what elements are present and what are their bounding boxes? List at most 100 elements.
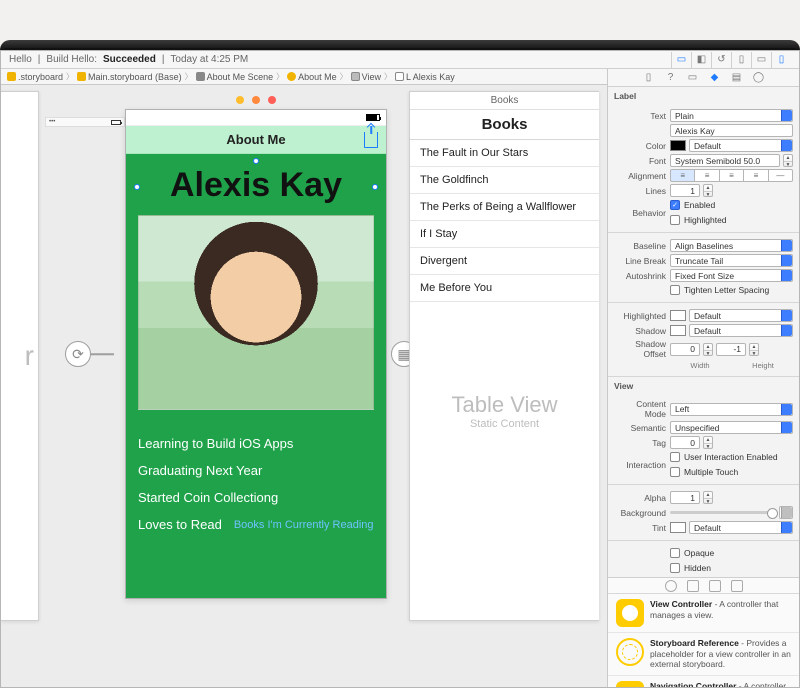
linebreak-dropdown[interactable]: Truncate Tail bbox=[670, 254, 793, 267]
library-item-icon bbox=[616, 599, 644, 627]
library-item[interactable]: View Controller - A controller that mana… bbox=[608, 594, 799, 633]
share-icon[interactable] bbox=[364, 132, 378, 148]
color-swatch[interactable] bbox=[670, 140, 686, 151]
crumb-4[interactable]: View bbox=[362, 72, 381, 82]
tint-swatch[interactable] bbox=[670, 522, 686, 533]
toggle-standard-editor-icon[interactable]: ▭ bbox=[671, 52, 691, 68]
library-item-icon bbox=[616, 681, 644, 687]
library-tab-1-icon[interactable] bbox=[665, 580, 677, 592]
tighten-label: Tighten Letter Spacing bbox=[684, 285, 769, 295]
object-library: View Controller - A controller that mana… bbox=[608, 577, 799, 687]
project-name: Hello bbox=[9, 54, 32, 65]
books-link[interactable]: Books I'm Currently Reading bbox=[234, 519, 374, 531]
crumb-0[interactable]: .storyboard bbox=[18, 72, 63, 82]
storyboard-canvas[interactable]: r ••• ⟳ About Me Alexis Kay Learning to … bbox=[1, 85, 607, 687]
autoshrink-dropdown[interactable]: Fixed Font Size bbox=[670, 269, 793, 282]
crumb-3[interactable]: About Me bbox=[298, 72, 337, 82]
height-sublabel: Height bbox=[733, 361, 793, 370]
left-scene-peek[interactable]: r bbox=[1, 91, 39, 621]
multitouch-checkbox[interactable] bbox=[670, 467, 680, 477]
book-row[interactable]: The Perks of Being a Wallflower bbox=[410, 194, 599, 221]
jump-bar[interactable]: .storyboard 〉 Main.storyboard (Base) 〉 A… bbox=[1, 69, 607, 85]
user-interaction-checkbox[interactable] bbox=[670, 452, 680, 462]
size-inspector-tab-icon[interactable]: ▤ bbox=[730, 71, 744, 85]
behavior-enabled-checkbox[interactable] bbox=[670, 200, 680, 210]
shadow-height-stepper[interactable]: ▲▼ bbox=[749, 343, 759, 356]
alignment-segmented[interactable]: ≡≡≡≡— bbox=[670, 169, 793, 182]
font-field[interactable]: System Semibold 50.0 bbox=[670, 154, 780, 167]
inspector-panel: ▯ ? ▭ ◆ ▤ ◯ Label TextPlain Alexis Kay C… bbox=[607, 69, 799, 687]
title-text: Alexis Kay bbox=[170, 166, 342, 204]
library-item[interactable]: Storyboard Reference - Provides a placeh… bbox=[608, 633, 799, 676]
book-row[interactable]: The Goldfinch bbox=[410, 167, 599, 194]
toggle-utilities-icon[interactable]: ▯ bbox=[771, 52, 791, 68]
tableview-placeholder: Table View Static Content bbox=[410, 392, 599, 430]
drawing-label: Hidden bbox=[684, 563, 711, 573]
user-interaction-label: User Interaction Enabled bbox=[684, 452, 778, 462]
xcode-status-bar: Hello | Build Hello: Succeeded | Today a… bbox=[1, 51, 799, 69]
library-item[interactable]: Navigation Controller - A controller tha… bbox=[608, 676, 799, 687]
behavior-highlighted-checkbox[interactable] bbox=[670, 215, 680, 225]
identity-inspector-tab-icon[interactable]: ▭ bbox=[686, 71, 700, 85]
drawing-checkbox[interactable] bbox=[670, 548, 680, 558]
tag-field[interactable]: 0 bbox=[670, 436, 700, 449]
multitouch-label: Multiple Touch bbox=[684, 467, 738, 477]
left-peek-text: r bbox=[25, 340, 34, 372]
quick-help-tab-icon[interactable]: ? bbox=[664, 71, 678, 85]
segue-left-icon[interactable]: ⟳ bbox=[65, 341, 91, 367]
file-inspector-tab-icon[interactable]: ▯ bbox=[642, 71, 656, 85]
lines-stepper[interactable]: ▲▼ bbox=[703, 184, 713, 197]
left-phone-statusbar: ••• bbox=[45, 117, 125, 127]
toggle-assistant-editor-icon[interactable]: ◧ bbox=[691, 52, 711, 68]
lines-field[interactable]: 1 bbox=[670, 184, 700, 197]
drawing-checkbox[interactable] bbox=[670, 563, 680, 573]
tint-dropdown[interactable]: Default bbox=[689, 521, 793, 534]
highlighted-swatch[interactable] bbox=[670, 310, 686, 321]
behavior-enabled-label: Enabled bbox=[684, 200, 715, 210]
content-mode-dropdown[interactable]: Left bbox=[670, 403, 793, 416]
profile-photo[interactable] bbox=[138, 215, 374, 410]
book-row[interactable]: If I Stay bbox=[410, 221, 599, 248]
library-tab-3-icon[interactable] bbox=[709, 580, 721, 592]
about-me-scene[interactable]: About Me Alexis Kay Learning to Build iO… bbox=[125, 109, 387, 599]
width-sublabel: Width bbox=[670, 361, 730, 370]
toggle-navigator-icon[interactable]: ▯ bbox=[731, 52, 751, 68]
library-tab-4-icon[interactable] bbox=[731, 580, 743, 592]
semantic-dropdown[interactable]: Unspecified bbox=[670, 421, 793, 434]
font-stepper[interactable]: ▲▼ bbox=[783, 154, 793, 167]
selected-title-label[interactable]: Alexis Kay bbox=[138, 166, 374, 205]
book-row[interactable]: Me Before You bbox=[410, 275, 599, 302]
books-header: Books bbox=[410, 110, 599, 140]
background-dropdown[interactable] bbox=[779, 506, 793, 519]
text-value-field[interactable]: Alexis Kay bbox=[670, 124, 793, 137]
shadow-dropdown[interactable]: Default bbox=[689, 324, 793, 337]
alpha-field[interactable]: 1 bbox=[670, 491, 700, 504]
book-row[interactable]: The Fault in Our Stars bbox=[410, 140, 599, 167]
books-scene[interactable]: Books Books The Fault in Our StarsThe Go… bbox=[409, 91, 599, 621]
attributes-inspector-tab-icon[interactable]: ◆ bbox=[708, 71, 722, 85]
shadow-width-stepper[interactable]: ▲▼ bbox=[703, 343, 713, 356]
book-row[interactable]: Divergent bbox=[410, 248, 599, 275]
shadow-swatch[interactable] bbox=[670, 325, 686, 336]
library-tab-2-icon[interactable] bbox=[687, 580, 699, 592]
toggle-debug-icon[interactable]: ▭ bbox=[751, 52, 771, 68]
color-dropdown[interactable]: Default bbox=[689, 139, 793, 152]
build-time: Today at 4:25 PM bbox=[170, 54, 248, 65]
tag-stepper[interactable]: ▲▼ bbox=[703, 436, 713, 449]
books-nav-small: Books bbox=[410, 92, 599, 110]
crumb-5[interactable]: L Alexis Kay bbox=[406, 72, 455, 82]
crumb-1[interactable]: Main.storyboard (Base) bbox=[88, 72, 182, 82]
toggle-version-editor-icon[interactable]: ↺ bbox=[711, 52, 731, 68]
text-style-dropdown[interactable]: Plain bbox=[670, 109, 793, 122]
alpha-stepper[interactable]: ▲▼ bbox=[703, 491, 713, 504]
shadow-width[interactable]: 0 bbox=[670, 343, 700, 356]
tighten-checkbox[interactable] bbox=[670, 285, 680, 295]
background-slider[interactable] bbox=[670, 511, 776, 514]
crumb-2[interactable]: About Me Scene bbox=[207, 72, 274, 82]
highlighted-dropdown[interactable]: Default bbox=[689, 309, 793, 322]
connections-inspector-tab-icon[interactable]: ◯ bbox=[752, 71, 766, 85]
shadow-height[interactable]: -1 bbox=[716, 343, 746, 356]
phone-status-bar bbox=[126, 110, 386, 126]
baseline-dropdown[interactable]: Align Baselines bbox=[670, 239, 793, 252]
tableview-placeholder-title: Table View bbox=[410, 392, 599, 418]
